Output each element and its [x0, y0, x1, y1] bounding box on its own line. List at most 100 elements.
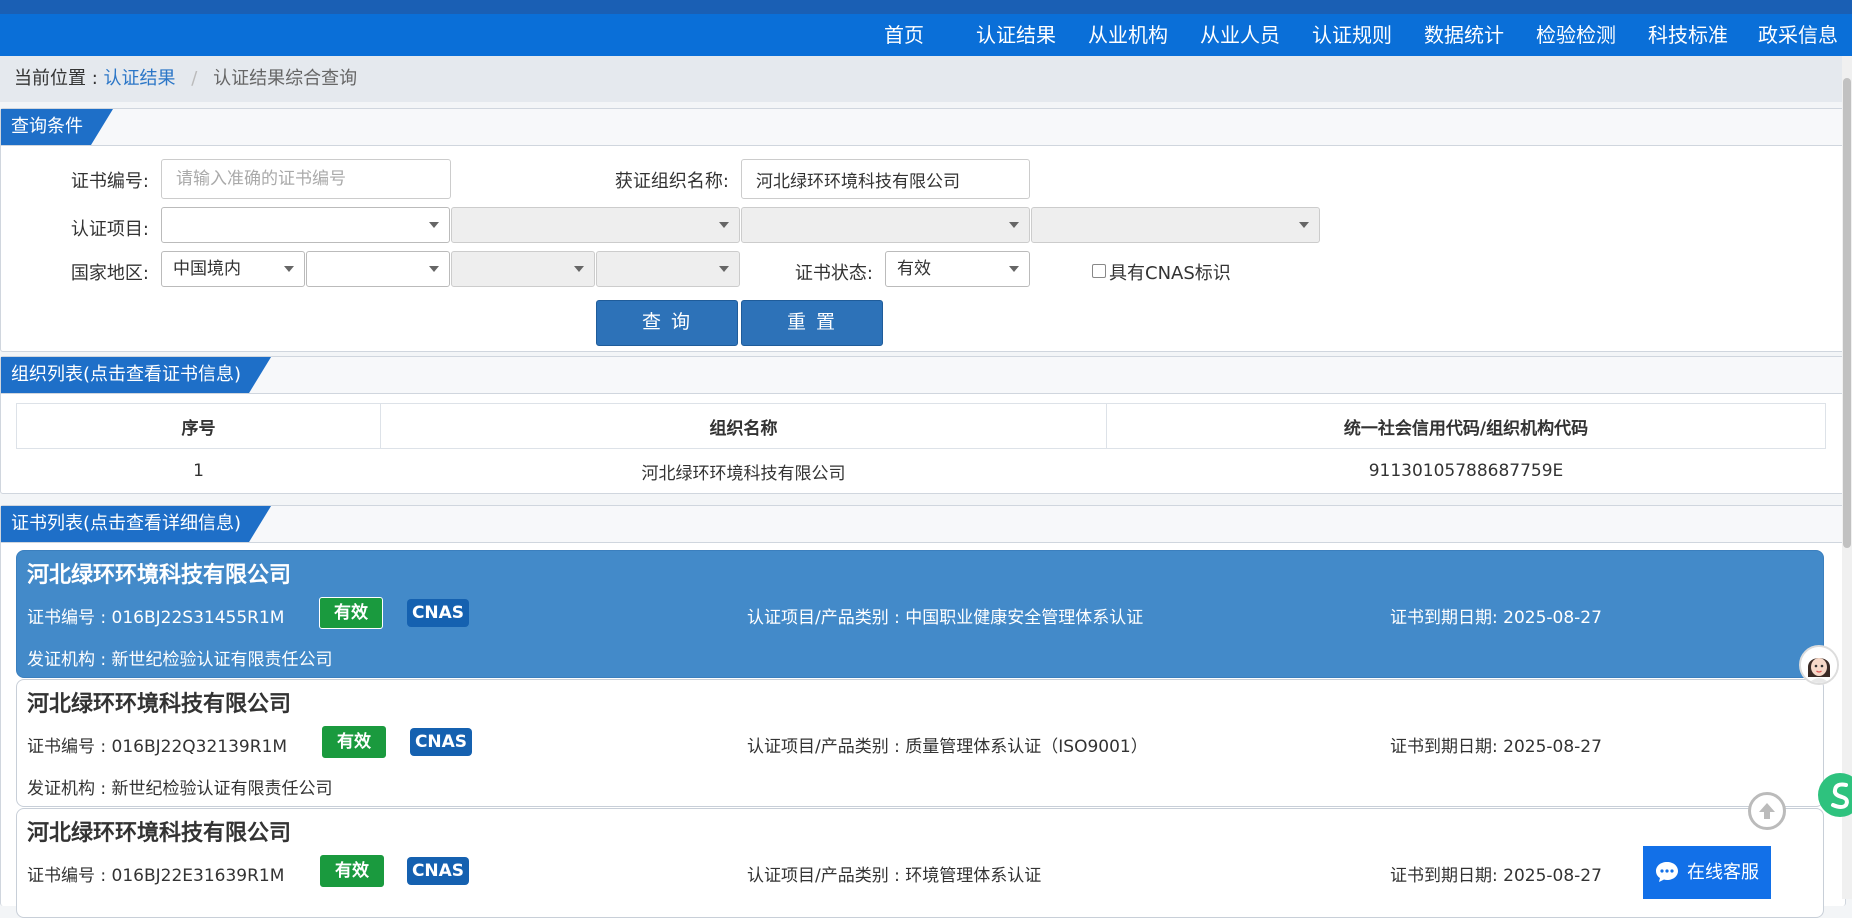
cert-card-project: 认证项目/产品类别 : 质量管理体系认证（ISO9001）	[747, 737, 1148, 757]
nav-item-inspection[interactable]: 检验检测	[1520, 14, 1632, 56]
cnas-checkbox-label: 具有CNAS标识	[1109, 263, 1231, 284]
query-panel-header: 查询条件	[1, 109, 1845, 146]
chevron-down-icon	[719, 266, 729, 272]
col-index: 序号	[16, 403, 381, 449]
nav-item-statistics[interactable]: 数据统计	[1408, 14, 1520, 56]
cert-card-number: 证书编号 : 016BJ22S31455R1M	[27, 608, 285, 628]
org-list-panel: 组织列表(点击查看证书信息) 序号 组织名称 统一社会信用代码/组织机构代码 1…	[0, 356, 1846, 494]
avatar-face-icon	[1801, 647, 1837, 683]
breadcrumb-link-cert-results[interactable]: 认证结果	[104, 56, 176, 102]
top-banner-strip	[0, 0, 1852, 14]
cert-card-number: 证书编号 : 016BJ22E31639R1M	[27, 866, 285, 886]
cert-card-expiry: 证书到期日期: 2025-08-27	[1390, 737, 1602, 757]
checkbox-box[interactable]	[1092, 264, 1106, 278]
nav-item-institutions[interactable]: 从业机构	[1072, 14, 1184, 56]
cert-list-header: 证书列表(点击查看详细信息)	[1, 506, 1845, 543]
cert-card-project: 认证项目/产品类别 : 环境管理体系认证	[747, 866, 1042, 886]
scrollbar-thumb[interactable]	[1843, 78, 1851, 548]
query-panel: 查询条件 证书编号: 获证组织名称: 认证项目: 国家地区: 中国境内 证书状态…	[0, 108, 1846, 352]
chevron-down-icon	[574, 266, 584, 272]
cert-status-label: 证书状态:	[794, 263, 873, 284]
chevron-down-icon	[719, 222, 729, 228]
cert-card-2[interactable]: 河北绿环环境科技有限公司 证书编号 : 016BJ22Q32139R1M 有效 …	[16, 679, 1824, 807]
breadcrumb: 当前位置 : 认证结果 / 认证结果综合查询	[0, 56, 1852, 102]
cert-card-org: 河北绿环环境科技有限公司	[27, 821, 292, 846]
org-name-input[interactable]	[741, 159, 1030, 199]
cnas-badge: CNAS	[410, 728, 472, 756]
cert-project-label: 认证项目:	[70, 219, 149, 240]
cert-card-issuer: 发证机构 : 新世纪检验认证有限责任公司	[27, 650, 333, 670]
cert-project-select-4[interactable]	[1031, 207, 1320, 243]
status-badge: 有效	[319, 597, 383, 629]
chevron-down-icon	[284, 266, 294, 272]
cert-project-select-3[interactable]	[741, 207, 1030, 243]
cert-card-org: 河北绿环环境科技有限公司	[27, 692, 292, 717]
chevron-down-icon	[429, 266, 439, 272]
search-button[interactable]: 查 询	[596, 300, 738, 346]
chevron-down-icon	[1009, 266, 1019, 272]
region-label: 国家地区:	[70, 263, 149, 284]
region-select-province[interactable]	[306, 251, 450, 287]
assistant-bubble-icon[interactable]	[1818, 773, 1852, 817]
nav-item-standards[interactable]: 科技标准	[1632, 14, 1744, 56]
cert-status-select[interactable]: 有效	[885, 251, 1030, 287]
chevron-down-icon	[1009, 222, 1019, 228]
org-list-title: 组织列表(点击查看证书信息)	[1, 357, 271, 393]
org-list-header: 组织列表(点击查看证书信息)	[1, 357, 1845, 394]
breadcrumb-separator: /	[191, 68, 198, 89]
status-badge: 有效	[320, 855, 384, 887]
cert-project-select-1[interactable]	[161, 207, 450, 243]
reset-button[interactable]: 重 置	[741, 300, 883, 346]
main-nav-bar: 首页 认证结果 从业机构 从业人员 认证规则 数据统计 检验检测 科技标准 政采…	[0, 14, 1852, 56]
nav-item-cert-rules[interactable]: 认证规则	[1296, 14, 1408, 56]
online-service-label: 在线客服	[1687, 862, 1759, 883]
row-index: 1	[193, 461, 204, 481]
cert-no-label: 证书编号:	[70, 171, 149, 192]
cert-card-number: 证书编号 : 016BJ22Q32139R1M	[27, 737, 288, 757]
status-badge: 有效	[322, 726, 386, 758]
org-name-label: 获证组织名称:	[614, 171, 729, 192]
query-panel-title: 查询条件	[1, 109, 113, 145]
cert-card-org: 河北绿环环境科技有限公司	[27, 563, 292, 588]
assistant-s-icon	[1831, 782, 1849, 809]
arrow-up-icon	[1759, 803, 1775, 819]
nav-item-home[interactable]: 首页	[848, 14, 960, 56]
breadcrumb-label: 当前位置 :	[14, 68, 98, 89]
table-row[interactable]: 1 河北绿环环境科技有限公司 91130105788687759E	[17, 449, 1826, 494]
region-select-city[interactable]	[451, 251, 595, 287]
back-to-top-button[interactable]	[1748, 792, 1786, 830]
cert-card-1[interactable]: 河北绿环环境科技有限公司 证书编号 : 016BJ22S31455R1M 有效 …	[16, 550, 1824, 678]
cert-card-expiry: 证书到期日期: 2025-08-27	[1390, 608, 1602, 628]
cert-card-issuer: 发证机构 : 新世纪检验认证有限责任公司	[27, 779, 333, 799]
cert-card-project: 认证项目/产品类别 : 中国职业健康安全管理体系认证	[747, 608, 1144, 628]
main-nav: 首页 认证结果 从业机构 从业人员 认证规则 数据统计 检验检测 科技标准 政采…	[848, 14, 1852, 56]
breadcrumb-current: 认证结果综合查询	[213, 68, 358, 89]
cert-card-expiry: 证书到期日期: 2025-08-27	[1390, 866, 1602, 886]
online-service-button[interactable]: 在线客服	[1643, 846, 1771, 899]
cnas-badge: CNAS	[407, 599, 469, 627]
cert-list-title: 证书列表(点击查看详细信息)	[1, 506, 271, 542]
customer-service-avatar-icon[interactable]	[1799, 645, 1839, 685]
nav-item-procurement[interactable]: 政采信息	[1744, 14, 1852, 56]
cert-card-3[interactable]: 河北绿环环境科技有限公司 证书编号 : 016BJ22E31639R1M 有效 …	[16, 808, 1824, 918]
col-org-name: 组织名称	[380, 403, 1107, 449]
chat-bubble-icon	[1656, 862, 1678, 882]
org-table: 序号 组织名称 统一社会信用代码/组织机构代码 1 河北绿环环境科技有限公司 9…	[16, 403, 1826, 493]
cert-no-input[interactable]	[161, 159, 451, 199]
org-table-header-row: 序号 组织名称 统一社会信用代码/组织机构代码	[16, 403, 1826, 449]
cnas-badge: CNAS	[407, 857, 469, 885]
cert-list-panel: 证书列表(点击查看详细信息) 河北绿环环境科技有限公司 证书编号 : 016BJ…	[0, 505, 1846, 918]
cnas-checkbox[interactable]: 具有CNAS标识	[1092, 259, 1231, 285]
row-org-name[interactable]: 河北绿环环境科技有限公司	[381, 449, 1107, 494]
region-select-country[interactable]: 中国境内	[161, 251, 305, 287]
chevron-down-icon	[1299, 222, 1309, 228]
nav-item-practitioners[interactable]: 从业人员	[1184, 14, 1296, 56]
chevron-down-icon	[429, 222, 439, 228]
cert-status-value: 有效	[897, 259, 931, 279]
row-credit-code: 91130105788687759E	[1368, 461, 1564, 481]
cert-project-select-2[interactable]	[451, 207, 740, 243]
region-select-district[interactable]	[596, 251, 740, 287]
region-select-value: 中国境内	[173, 259, 241, 279]
col-credit-code: 统一社会信用代码/组织机构代码	[1106, 403, 1826, 449]
nav-item-cert-results[interactable]: 认证结果	[960, 14, 1072, 56]
